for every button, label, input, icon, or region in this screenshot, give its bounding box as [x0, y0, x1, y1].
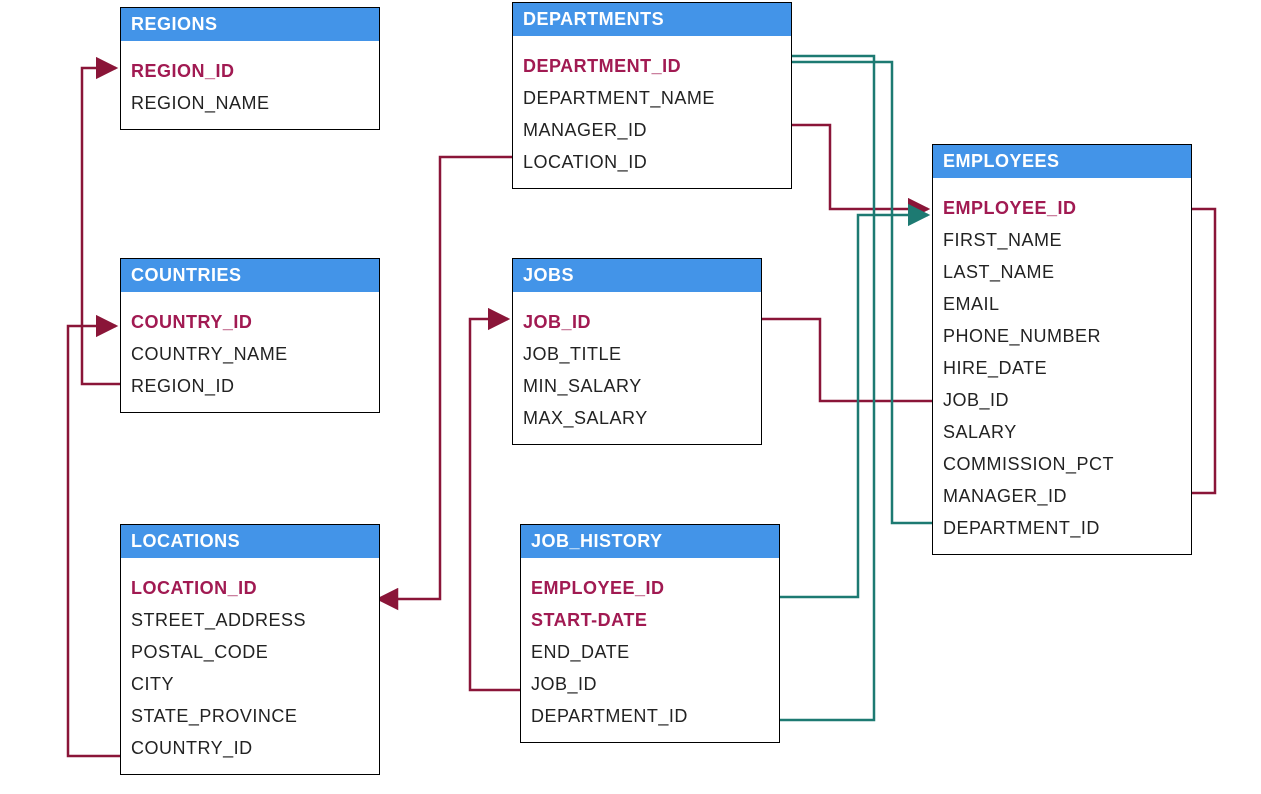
field-jh-department-id: DEPARTMENT_ID	[521, 700, 779, 732]
er-diagram: REGIONS REGION_ID REGION_NAME COUNTRIES …	[0, 0, 1261, 794]
field-job-id: JOB_ID	[513, 306, 761, 338]
entity-employees: EMPLOYEES EMPLOYEE_ID FIRST_NAME LAST_NA…	[932, 144, 1192, 555]
entity-job-history: JOB_HISTORY EMPLOYEE_ID START-DATE END_D…	[520, 524, 780, 743]
entity-countries-title: COUNTRIES	[121, 259, 379, 292]
entity-regions-title: REGIONS	[121, 8, 379, 41]
field-commission-pct: COMMISSION_PCT	[933, 448, 1191, 480]
field-emp-department-id: DEPARTMENT_ID	[933, 512, 1191, 544]
field-min-salary: MIN_SALARY	[513, 370, 761, 402]
field-location-id: LOCATION_ID	[121, 572, 379, 604]
entity-countries-body: COUNTRY_ID COUNTRY_NAME REGION_ID	[121, 292, 379, 412]
field-street-address: STREET_ADDRESS	[121, 604, 379, 636]
field-first-name: FIRST_NAME	[933, 224, 1191, 256]
entity-job-history-title: JOB_HISTORY	[521, 525, 779, 558]
rel-countries-region	[82, 68, 120, 384]
entity-employees-title: EMPLOYEES	[933, 145, 1191, 178]
rel-employees-department	[770, 62, 932, 523]
entity-employees-body: EMPLOYEE_ID FIRST_NAME LAST_NAME EMAIL P…	[933, 178, 1191, 554]
entity-locations-title: LOCATIONS	[121, 525, 379, 558]
field-jh-job-id: JOB_ID	[521, 668, 779, 700]
entity-departments: DEPARTMENTS DEPARTMENT_ID DEPARTMENT_NAM…	[512, 2, 792, 189]
entity-countries: COUNTRIES COUNTRY_ID COUNTRY_NAME REGION…	[120, 258, 380, 413]
entity-jobs-title: JOBS	[513, 259, 761, 292]
entity-regions: REGIONS REGION_ID REGION_NAME	[120, 7, 380, 130]
field-jh-end-date: END_DATE	[521, 636, 779, 668]
field-emp-job-id: JOB_ID	[933, 384, 1191, 416]
field-email: EMAIL	[933, 288, 1191, 320]
field-region-id: REGION_ID	[121, 55, 379, 87]
field-hire-date: HIRE_DATE	[933, 352, 1191, 384]
field-country-name: COUNTRY_NAME	[121, 338, 379, 370]
field-city: CITY	[121, 668, 379, 700]
field-locations-country-id: COUNTRY_ID	[121, 732, 379, 764]
field-postal-code: POSTAL_CODE	[121, 636, 379, 668]
field-employee-id: EMPLOYEE_ID	[933, 192, 1191, 224]
field-countries-region-id: REGION_ID	[121, 370, 379, 402]
field-country-id: COUNTRY_ID	[121, 306, 379, 338]
field-phone-number: PHONE_NUMBER	[933, 320, 1191, 352]
field-region-name: REGION_NAME	[121, 87, 379, 119]
entity-jobs: JOBS JOB_ID JOB_TITLE MIN_SALARY MAX_SAL…	[512, 258, 762, 445]
entity-departments-body: DEPARTMENT_ID DEPARTMENT_NAME MANAGER_ID…	[513, 36, 791, 188]
field-salary: SALARY	[933, 416, 1191, 448]
rel-departments-location	[378, 157, 512, 599]
field-last-name: LAST_NAME	[933, 256, 1191, 288]
field-job-title: JOB_TITLE	[513, 338, 761, 370]
rel-locations-country	[68, 326, 120, 756]
entity-departments-title: DEPARTMENTS	[513, 3, 791, 36]
entity-locations-body: LOCATION_ID STREET_ADDRESS POSTAL_CODE C…	[121, 558, 379, 774]
field-jh-start-date: START-DATE	[521, 604, 779, 636]
entity-job-history-body: EMPLOYEE_ID START-DATE END_DATE JOB_ID D…	[521, 558, 779, 742]
field-department-id: DEPARTMENT_ID	[513, 50, 791, 82]
field-jh-employee-id: EMPLOYEE_ID	[521, 572, 779, 604]
field-emp-manager-id: MANAGER_ID	[933, 480, 1191, 512]
field-departments-manager-id: MANAGER_ID	[513, 114, 791, 146]
entity-regions-body: REGION_ID REGION_NAME	[121, 41, 379, 129]
field-state-province: STATE_PROVINCE	[121, 700, 379, 732]
entity-jobs-body: JOB_ID JOB_TITLE MIN_SALARY MAX_SALARY	[513, 292, 761, 444]
field-departments-location-id: LOCATION_ID	[513, 146, 791, 178]
field-department-name: DEPARTMENT_NAME	[513, 82, 791, 114]
field-max-salary: MAX_SALARY	[513, 402, 761, 434]
entity-locations: LOCATIONS LOCATION_ID STREET_ADDRESS POS…	[120, 524, 380, 775]
